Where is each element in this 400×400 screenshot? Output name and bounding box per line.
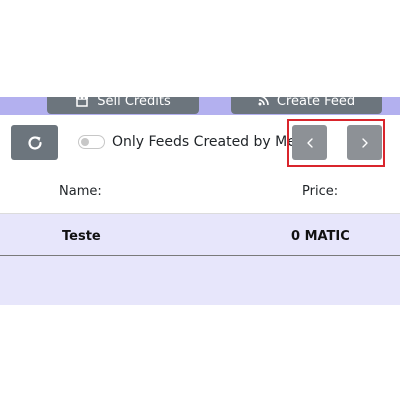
feeds-page: Sell Credits Create Feed Only Feeds Crea… [0, 0, 400, 400]
refresh-icon [27, 135, 42, 150]
refresh-button[interactable] [11, 125, 58, 160]
top-action-bar: Sell Credits Create Feed [0, 97, 400, 115]
feed-price-cell: 0 MATIC [291, 229, 350, 244]
price-column-header: Price: [302, 184, 339, 199]
previous-page-button[interactable] [292, 125, 327, 160]
create-feed-button[interactable]: Create Feed [231, 97, 382, 114]
only-mine-label: Only Feeds Created by Me [112, 134, 296, 150]
sell-credits-button[interactable]: Sell Credits [47, 97, 199, 114]
chevron-left-icon [306, 137, 313, 148]
name-column-header: Name: [59, 184, 102, 199]
table-row[interactable]: Teste 0 MATIC [0, 213, 400, 256]
store-icon [76, 97, 89, 107]
sell-credits-label: Sell Credits [97, 97, 171, 109]
only-mine-toggle[interactable] [78, 135, 105, 149]
empty-table-row [0, 256, 400, 305]
create-feed-label: Create Feed [276, 97, 356, 109]
rss-icon [258, 97, 269, 106]
toggle-knob [81, 138, 89, 146]
next-page-button[interactable] [347, 125, 382, 160]
feed-name-cell: Teste [62, 229, 101, 244]
chevron-right-icon [361, 137, 368, 148]
